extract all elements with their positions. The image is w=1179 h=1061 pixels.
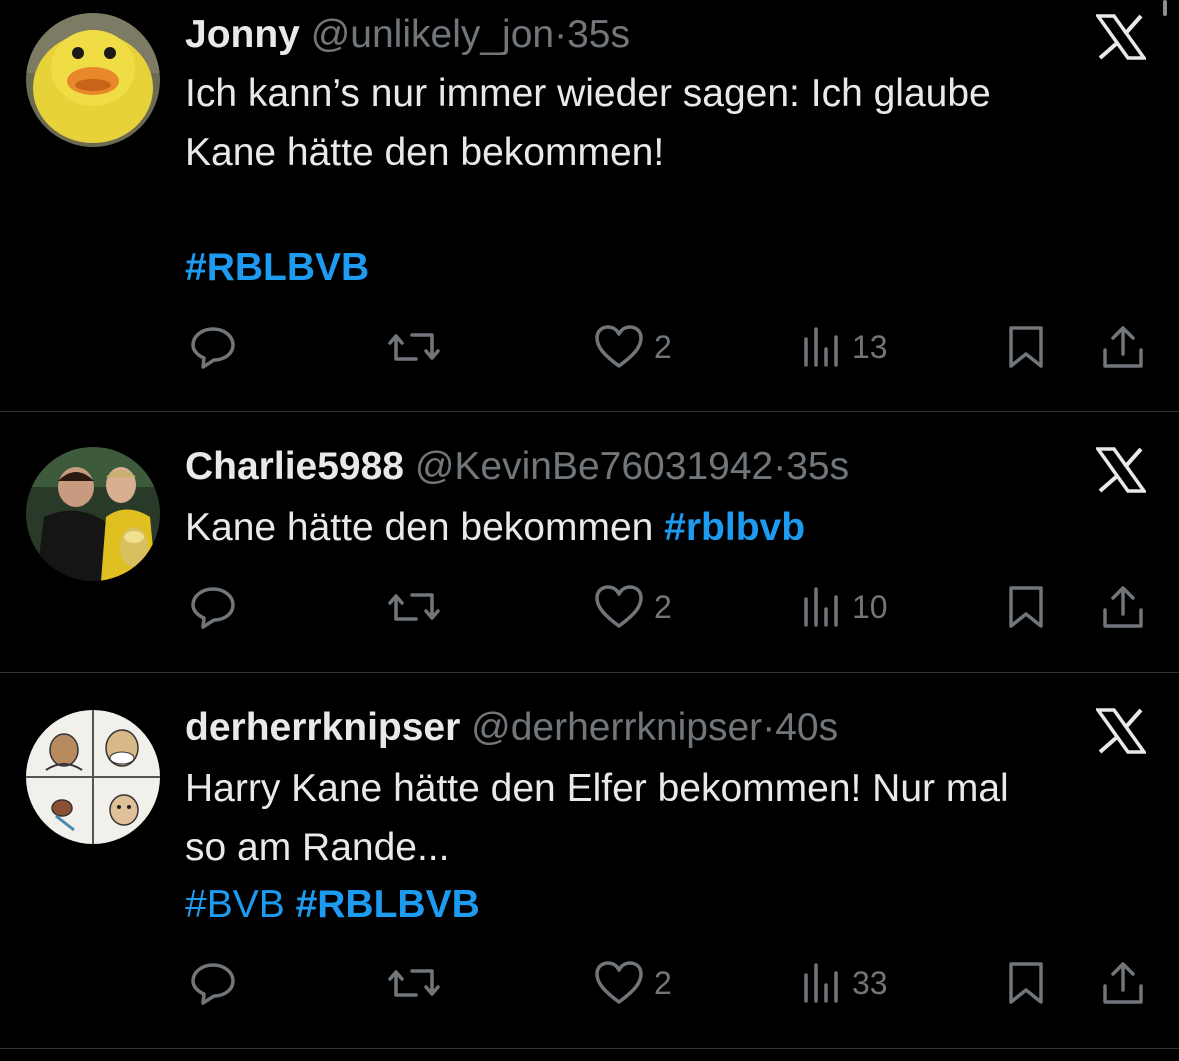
separator-dot: · — [554, 13, 568, 56]
reply-button[interactable] — [189, 958, 237, 1008]
hashtag-link[interactable]: #RBLBVB — [185, 246, 369, 289]
repost-button[interactable] — [386, 322, 442, 372]
views-button[interactable]: 33 — [802, 958, 888, 1008]
share-icon — [1103, 962, 1143, 1004]
display-name[interactable]: Charlie5988 — [185, 445, 404, 488]
user-handle[interactable]: @derherrknipser — [471, 706, 762, 749]
share-button[interactable] — [1101, 322, 1145, 372]
reply-icon — [191, 327, 235, 369]
tweet-text-line: Ich kann’s nur immer wieder sagen: Ich g… — [185, 72, 991, 115]
views-icon — [804, 587, 838, 627]
share-button[interactable] — [1101, 582, 1145, 632]
reply-button[interactable] — [189, 322, 237, 372]
user-handle[interactable]: @unlikely_jon — [311, 13, 554, 56]
view-count: 13 — [852, 328, 888, 365]
bookmark-button[interactable] — [1006, 958, 1046, 1008]
action-bar: 2 10 — [0, 582, 1179, 632]
bookmark-icon — [1009, 326, 1043, 368]
share-button[interactable] — [1101, 958, 1145, 1008]
action-bar: 2 33 — [0, 958, 1179, 1008]
tweet-text-line: Kane hätte den bekommen! — [185, 131, 665, 174]
comic-avatar-image — [26, 710, 160, 844]
repost-button[interactable] — [386, 958, 442, 1008]
like-count: 2 — [654, 964, 672, 1001]
bookmark-button[interactable] — [1006, 582, 1046, 632]
separator-dot: · — [773, 445, 787, 488]
action-bar: 2 13 — [0, 322, 1179, 372]
tweet-text-content: Kane hätte den bekommen — [185, 506, 665, 549]
repost-icon — [388, 333, 440, 361]
like-button[interactable]: 2 — [594, 582, 672, 632]
like-button[interactable]: 2 — [594, 958, 672, 1008]
like-button[interactable]: 2 — [594, 322, 672, 372]
tweet-text: Harry Kane hätte den Elfer bekommen! Nur… — [185, 759, 1145, 877]
tweet-text: Kane hätte den bekommen #rblbvb — [185, 498, 1145, 557]
user-handle[interactable]: @KevinBe76031942 — [415, 445, 773, 488]
hashtag-link[interactable]: #BVB — [185, 883, 285, 926]
avatar[interactable] — [26, 13, 160, 147]
x-logo-icon — [1096, 447, 1146, 493]
views-button[interactable]: 10 — [802, 582, 888, 632]
avatar[interactable] — [26, 710, 160, 844]
heart-icon — [595, 961, 643, 1004]
tweet-text-line: Harry Kane hätte den Elfer bekommen! Nur… — [185, 767, 1009, 810]
hashtag-link[interactable]: #RBLBVB — [296, 883, 480, 926]
reply-icon — [191, 963, 235, 1005]
hashtag-link[interactable]: #rblbvb — [664, 506, 805, 549]
duck-avatar-image — [26, 13, 160, 147]
timestamp[interactable]: 35s — [786, 445, 849, 488]
views-icon — [804, 327, 838, 367]
bookmark-button[interactable] — [1006, 322, 1046, 372]
timestamp[interactable]: 40s — [775, 706, 838, 749]
tweet-derherrknipser[interactable]: derherrknipser @derherrknipser·40s Harry… — [0, 673, 1179, 1049]
heart-icon — [595, 585, 643, 628]
view-count: 33 — [852, 964, 888, 1001]
tweet-jonny[interactable]: Jonny @unlikely_jon·35s Ich kann’s nur i… — [0, 0, 1179, 412]
repost-button[interactable] — [386, 582, 442, 632]
tweet-text: Ich kann’s nur immer wieder sagen: Ich g… — [185, 64, 1145, 182]
like-count: 2 — [654, 588, 672, 625]
celebration-avatar-image — [26, 447, 160, 581]
x-logo-icon — [1096, 14, 1146, 60]
reply-button[interactable] — [189, 582, 237, 632]
like-count: 2 — [654, 328, 672, 365]
timestamp[interactable]: 35s — [567, 13, 630, 56]
heart-icon — [595, 325, 643, 368]
share-icon — [1103, 326, 1143, 368]
repost-icon — [388, 593, 440, 621]
reply-icon — [191, 587, 235, 629]
views-button[interactable]: 13 — [802, 322, 888, 372]
separator-dot: · — [762, 706, 776, 749]
repost-icon — [388, 969, 440, 997]
x-logo-icon — [1096, 708, 1146, 754]
bookmark-icon — [1009, 962, 1043, 1004]
share-icon — [1103, 586, 1143, 628]
display-name[interactable]: Jonny — [185, 13, 300, 56]
view-count: 10 — [852, 588, 888, 625]
bookmark-icon — [1009, 586, 1043, 628]
display-name[interactable]: derherrknipser — [185, 706, 460, 749]
avatar[interactable] — [26, 447, 160, 581]
views-icon — [804, 963, 838, 1003]
tweet-charlie5988[interactable]: Charlie5988 @KevinBe76031942·35s Kane hä… — [0, 412, 1179, 673]
tweet-text-line: so am Rande... — [185, 826, 450, 869]
